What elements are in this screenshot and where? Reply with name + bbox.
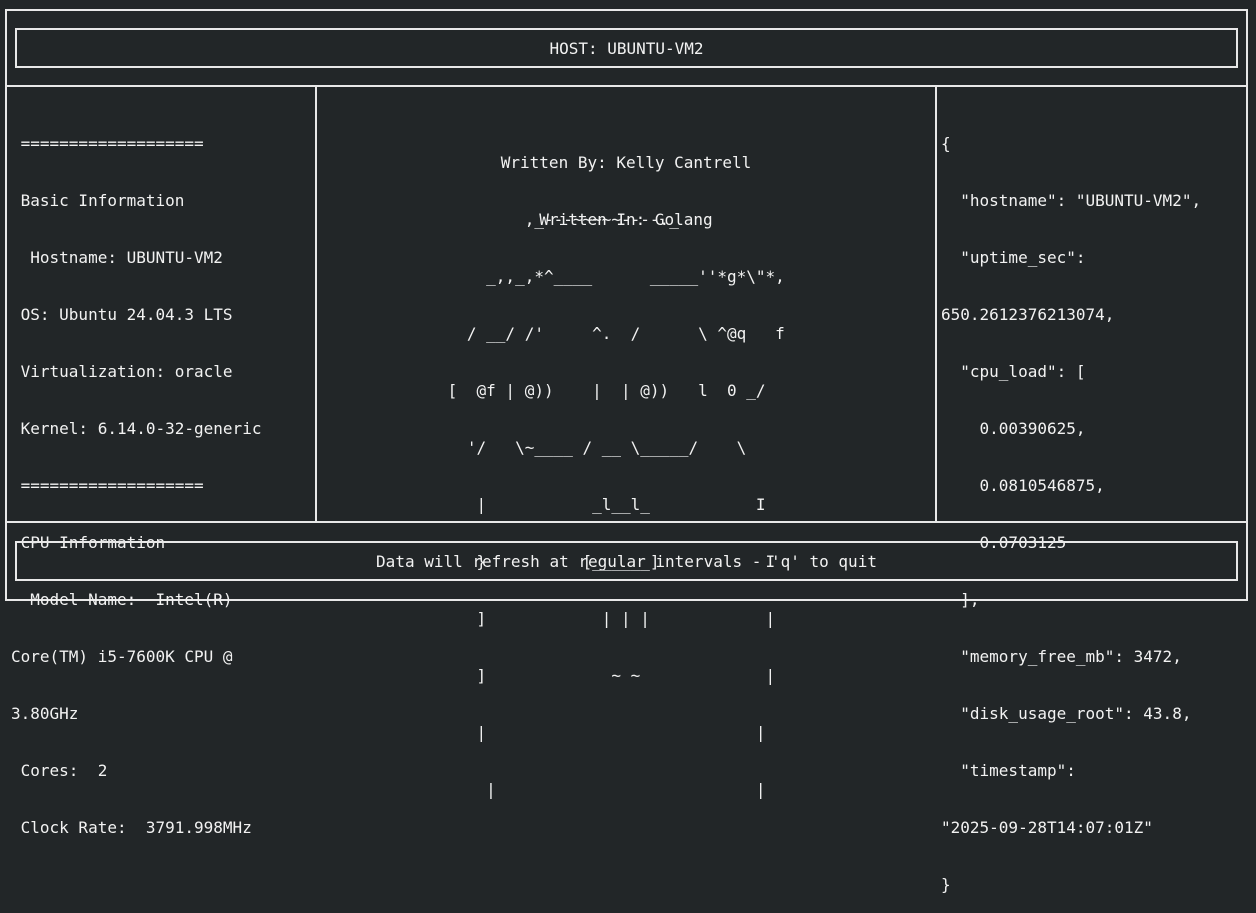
ascii-art-line: | _l__l_ I [438, 495, 766, 514]
separator-line: =================== [11, 134, 204, 153]
refresh-hint: Data will refresh at regular intervals -… [376, 551, 877, 571]
ascii-art-line: ] ~ ~ | [438, 666, 776, 685]
ascii-art-line: [ @f | @)) | | @)) l 0 _/ [438, 381, 766, 400]
system-info-panel: =================== Basic Information Ho… [11, 96, 261, 856]
json-uptime-value: 650.2612376213074, [941, 305, 1115, 324]
json-hostname-line: "hostname": "UBUNTU-VM2", [941, 191, 1202, 210]
header-divider [5, 85, 1248, 87]
json-disk-line: "disk_usage_root": 43.8, [941, 704, 1192, 723]
json-timestamp-value: "2025-09-28T14:07:01Z" [941, 818, 1153, 837]
json-line: { [941, 134, 951, 153]
ascii-art-line: '/ \~____ / __ \_____/ \ [438, 438, 747, 457]
ascii-art-line: / __/ /' ^. / \ ^@q f [438, 324, 785, 343]
footer-bar: Data will refresh at regular intervals -… [15, 541, 1238, 581]
author-line: Written By: Kelly Cantrell [500, 153, 752, 172]
ascii-art-line: | | [438, 723, 766, 742]
json-uptime-key: "uptime_sec": [941, 248, 1086, 267]
ascii-art-line: _,,_,*^____ _____''*g*\"*, [438, 267, 785, 286]
ascii-art-line: | | [438, 780, 766, 799]
clock-rate-line: Clock Rate: 3791.998MHz [11, 818, 252, 837]
os-line: OS: Ubuntu 24.04.3 LTS [11, 305, 233, 324]
json-timestamp-key: "timestamp": [941, 761, 1076, 780]
hostname-line: Hostname: UBUNTU-VM2 [11, 248, 223, 267]
json-memory-line: "memory_free_mb": 3472, [941, 647, 1182, 666]
gopher-ascii-art: ,_---~~~~~----._ _,,_,*^____ _____''*g*\… [438, 172, 785, 818]
cores-line: Cores: 2 [11, 761, 108, 780]
json-cpu-load-value: 0.0810546875, [941, 476, 1105, 495]
host-title: HOST: UBUNTU-VM2 [549, 38, 704, 58]
ascii-art-line: ,_---~~~~~----._ [438, 210, 679, 229]
json-cpu-load-key: "cpu_load": [ [941, 362, 1086, 381]
json-output-panel: { "hostname": "UBUNTU-VM2", "uptime_sec"… [941, 96, 1201, 913]
json-cpu-load-value: 0.00390625, [941, 419, 1086, 438]
section-heading-basic: Basic Information [11, 191, 185, 210]
kernel-line: Kernel: 6.14.0-32-generic [11, 419, 262, 438]
cpu-model-line: Model Name: Intel(R) [11, 590, 233, 609]
cpu-model-line-cont: 3.80GHz [11, 704, 79, 723]
ascii-art-line: ] | | | | [438, 609, 776, 628]
json-line: ], [941, 590, 980, 609]
json-line: } [941, 875, 951, 894]
header-bar: HOST: UBUNTU-VM2 [15, 28, 1238, 68]
separator-line: =================== [11, 476, 204, 495]
cpu-model-line-cont: Core(TM) i5-7600K CPU @ [11, 647, 233, 666]
virtualization-line: Virtualization: oracle [11, 362, 233, 381]
right-column-divider [935, 85, 937, 523]
